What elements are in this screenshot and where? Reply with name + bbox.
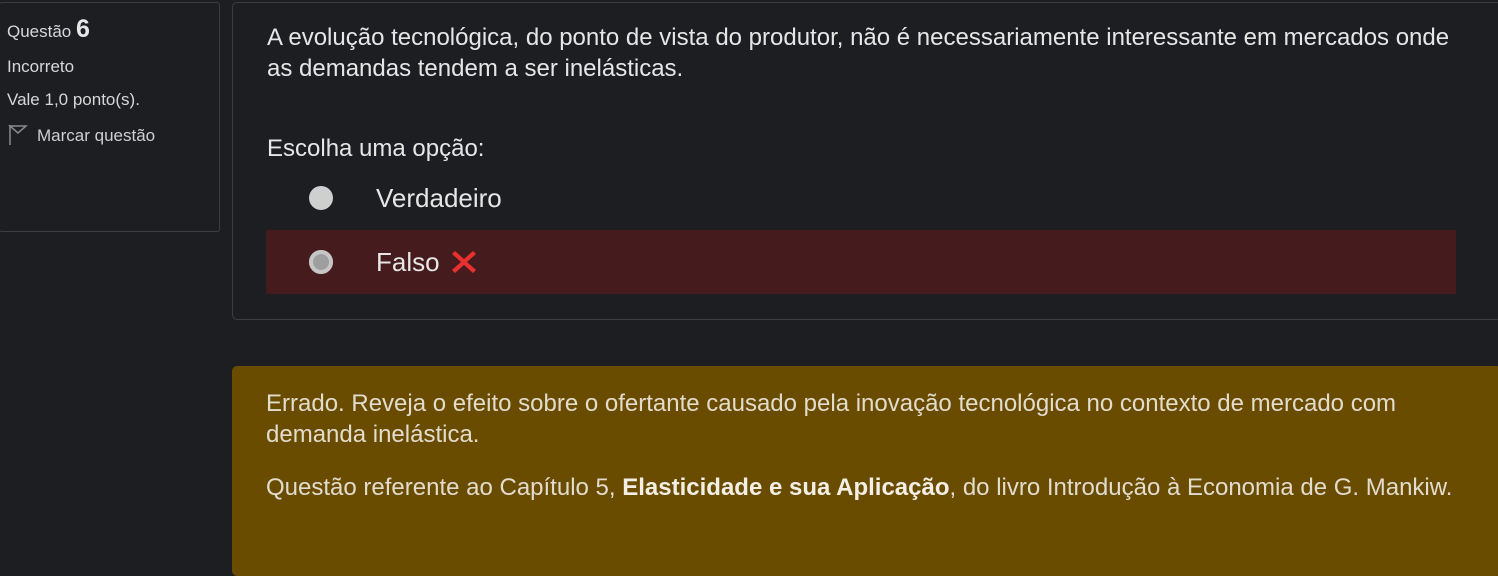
flag-question-button[interactable]: Marcar questão xyxy=(7,124,219,146)
option-label-verdadeiro: Verdadeiro xyxy=(376,182,502,213)
flag-label: Marcar questão xyxy=(37,126,156,145)
radio-verdadeiro[interactable] xyxy=(309,186,333,210)
question-grade: Vale 1,0 ponto(s). xyxy=(7,90,140,109)
question-label: Questão xyxy=(7,22,72,41)
question-info-panel: Questão 6 Incorreto Vale 1,0 ponto(s). M… xyxy=(0,2,220,232)
reference-prefix: Questão referente ao Capítulo 5, xyxy=(266,474,623,501)
option-label-falso: Falso xyxy=(376,246,440,277)
answer-prompt: Escolha uma opção: xyxy=(267,135,485,162)
option-falso[interactable]: Falso xyxy=(266,230,1456,294)
question-state: Incorreto xyxy=(7,57,75,76)
reference-suffix: , do livro Introdução à Economia de G. M… xyxy=(949,474,1453,501)
feedback-panel: Errado. Reveja o efeito sobre o ofertant… xyxy=(232,366,1498,576)
feedback-text: Errado. Reveja o efeito sobre o ofertant… xyxy=(266,390,1397,448)
flag-icon xyxy=(7,124,29,146)
radio-falso[interactable] xyxy=(309,250,333,274)
question-text: A evolução tecnológica, do ponto de vist… xyxy=(267,24,1450,82)
feedback-reference: Questão referente ao Capítulo 5, Elastic… xyxy=(266,472,1466,503)
reference-chapter-title: Elasticidade e sua Aplicação xyxy=(622,474,950,501)
cross-icon xyxy=(450,248,478,276)
question-number-value: 6 xyxy=(76,15,90,43)
question-content: A evolução tecnológica, do ponto de vist… xyxy=(232,2,1498,320)
question-number: Questão 6 xyxy=(7,17,219,44)
option-verdadeiro[interactable]: Verdadeiro xyxy=(266,166,1456,230)
